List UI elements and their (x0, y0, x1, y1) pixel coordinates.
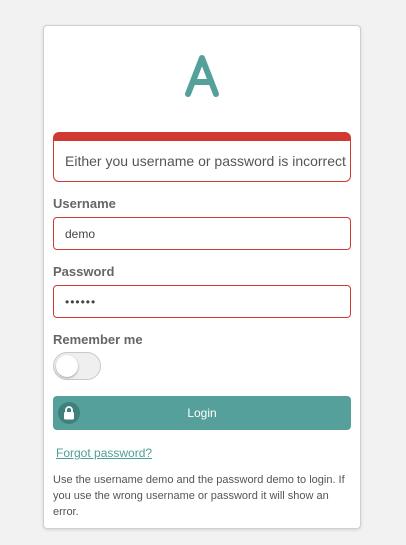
letter-a-logo-icon (185, 55, 219, 97)
username-value: demo (65, 226, 96, 241)
username-input[interactable]: demo (53, 217, 351, 250)
toggle-knob (56, 355, 78, 377)
username-label: Username (53, 196, 116, 211)
password-label: Password (53, 264, 115, 279)
forgot-password-link[interactable]: Forgot password? (56, 446, 152, 460)
password-input[interactable]: •••••• (53, 285, 351, 318)
error-alert: Either you username or password is incor… (53, 132, 351, 182)
login-card: Either you username or password is incor… (43, 25, 361, 529)
login-button[interactable]: Login (53, 396, 351, 430)
password-value: •••••• (65, 294, 97, 309)
login-hint-text: Use the username demo and the password d… (53, 474, 345, 518)
brand-logo (44, 48, 360, 104)
remember-me-toggle[interactable] (53, 352, 101, 380)
lock-icon (58, 402, 80, 424)
error-message: Either you username or password is incor… (65, 153, 346, 169)
remember-me-label: Remember me (53, 332, 143, 347)
login-button-label: Login (187, 406, 217, 420)
